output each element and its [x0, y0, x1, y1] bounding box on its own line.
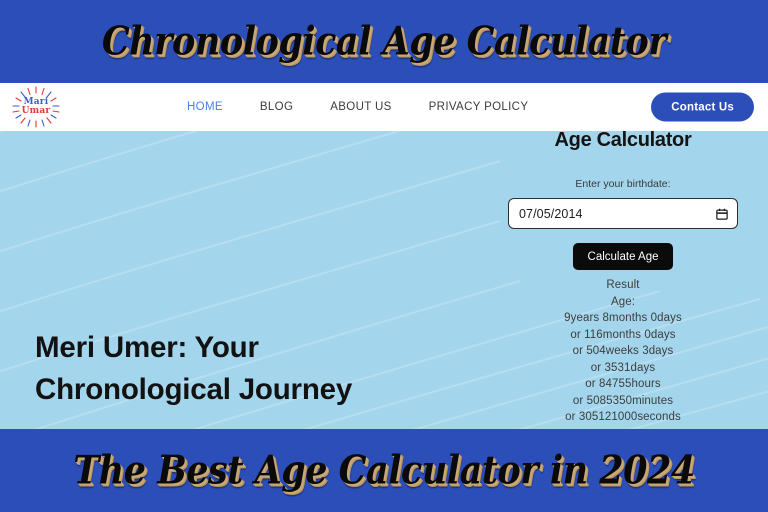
nav-item-privacy-policy[interactable]: PRIVACY POLICY	[429, 101, 529, 113]
birthdate-label: Enter your birthdate:	[575, 178, 671, 190]
result-line-years: 9years 8months 0days	[564, 312, 682, 324]
calendar-icon[interactable]	[716, 208, 728, 220]
birthdate-input[interactable]: 07/05/2014	[508, 198, 738, 229]
logo-wordmark: Mari Umar	[21, 97, 51, 116]
top-promo-banner: Chronological Age Calculator	[0, 0, 768, 83]
logo-line-2: Umar	[21, 106, 51, 116]
calculate-age-button[interactable]: Calculate Age	[572, 243, 674, 270]
result-block: Result Age: 9years 8months 0days or 116m…	[478, 279, 768, 423]
result-line-days: or 3531days	[590, 361, 656, 374]
calculator-title: Age Calculator	[554, 131, 692, 151]
site-logo[interactable]: Mari Umar	[8, 85, 64, 129]
result-age-label: Age:	[610, 295, 636, 308]
nav-item-home[interactable]: HOME	[187, 101, 223, 113]
bottom-promo-banner: The Best Age Calculator in 2024	[0, 429, 768, 512]
nav-item-about-us[interactable]: ABOUT US	[330, 101, 391, 113]
hero-heading: Meri Umer: Your Chronological Journey	[35, 331, 353, 407]
birthdate-field-row: 07/05/2014	[478, 198, 768, 229]
result-line-seconds: or 305121000seconds	[565, 411, 681, 423]
hero-section: Meri Umer: Your Chronological Journey Ag…	[0, 131, 768, 429]
result-line-months: or 116months 0days	[570, 328, 676, 341]
age-calculator-panel: Age Calculator Enter your birthdate: 07/…	[478, 131, 768, 429]
birthdate-value: 07/05/2014	[519, 206, 583, 221]
nav-item-blog[interactable]: BLOG	[260, 101, 293, 113]
result-line-hours: or 84755hours	[585, 378, 661, 390]
result-line-minutes: or 5085350minutes	[572, 394, 674, 407]
nav-links: HOME BLOG ABOUT US PRIVACY POLICY	[187, 101, 528, 113]
result-heading: Result	[606, 279, 640, 291]
result-line-weeks: or 504weeks 3days	[572, 345, 674, 357]
bottom-banner-title: The Best Age Calculator in 2024	[73, 447, 695, 494]
site-navbar: Mari Umar HOME BLOG ABOUT US PRIVACY POL…	[0, 83, 768, 131]
top-banner-title: Chronological Age Calculator	[101, 18, 667, 65]
contact-us-button[interactable]: Contact Us	[651, 92, 754, 122]
page-root: Chronological Age Calculator Mari Umar H…	[0, 0, 768, 512]
